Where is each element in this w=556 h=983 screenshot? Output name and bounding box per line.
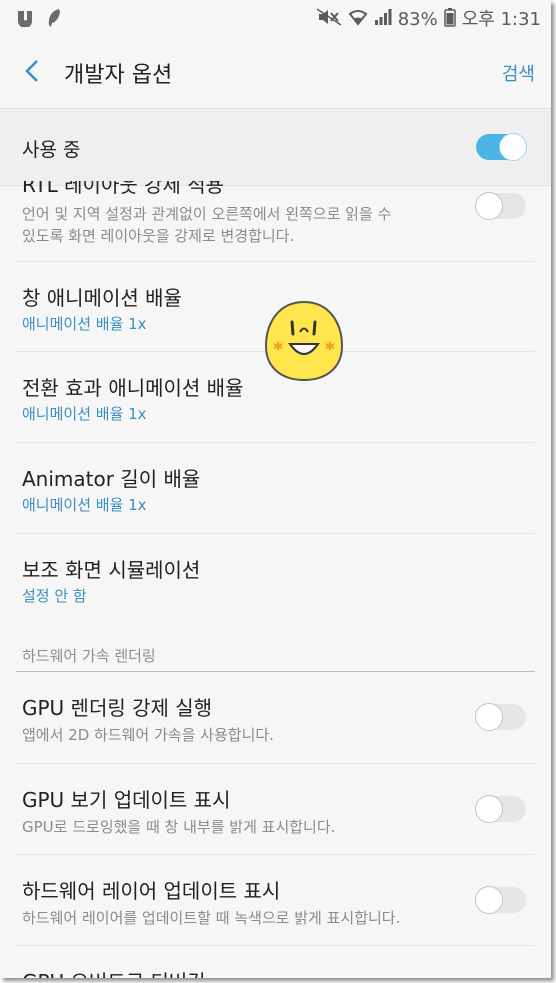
- force-gpu-toggle[interactable]: [475, 703, 526, 731]
- section-header: 하드웨어 가속 렌더링: [22, 647, 156, 665]
- feather-icon: [46, 8, 62, 33]
- mute-icon: [316, 7, 342, 32]
- item-subtitle-line2: 있도록 화면 레이아웃을 강제로 변경합니다.: [22, 227, 295, 245]
- chevron-left-icon: [25, 60, 38, 82]
- item-subtitle: 앱에서 2D 하드웨어 가속을 사용합니다.: [22, 726, 274, 744]
- page-title: 개발자 옵션: [64, 63, 173, 88]
- list-item-hardware-layer-updates[interactable]: 하드웨어 레이어 업데이트 표시 하드웨어 레이어를 업데이트할 때 녹색으로 …: [0, 855, 551, 945]
- item-subtitle: 설정 안 함: [22, 587, 87, 605]
- list-item-secondary-display[interactable]: 보조 화면 시뮬레이션 설정 안 함: [0, 534, 551, 624]
- item-title: GPU 보기 업데이트 표시: [22, 788, 231, 812]
- app-icon: [16, 9, 34, 32]
- item-title: 창 애니메이션 배율: [22, 286, 182, 310]
- item-subtitle-line1: 언어 및 지역 설정과 관계없이 오른쪽에서 왼쪽으로 읽을 수: [22, 205, 392, 223]
- item-title: GPU 오버드로 디버깅: [22, 966, 206, 978]
- list-item-gpu-view-updates[interactable]: GPU 보기 업데이트 표시 GPU로 드로잉했을 때 창 내부를 밝게 표시합…: [0, 764, 551, 854]
- hardware-layer-updates-toggle[interactable]: [475, 886, 526, 914]
- item-subtitle: 하드웨어 레이어를 업데이트할 때 녹색으로 밝게 표시합니다.: [22, 909, 401, 927]
- item-subtitle: GPU로 드로잉했을 때 창 내부를 밝게 표시합니다.: [22, 818, 336, 836]
- wifi-icon: [348, 7, 368, 32]
- app-bar: 개발자 옵션 검색: [0, 36, 551, 106]
- status-bar: 83% 오후 1:31: [0, 0, 551, 36]
- gpu-view-updates-toggle[interactable]: [475, 795, 526, 823]
- clock: 오후 1:31: [461, 8, 541, 30]
- emoji-sticker: [262, 298, 346, 382]
- search-button[interactable]: 검색: [502, 60, 535, 86]
- list-item-debug-gpu-overdraw[interactable]: GPU 오버드로 디버깅: [0, 946, 551, 978]
- battery-icon: [443, 7, 456, 32]
- master-switch-toggle[interactable]: [476, 133, 527, 161]
- master-switch-label: 사용 중: [22, 139, 81, 161]
- screen: 83% 오후 1:31 개발자 옵션 검색 사용 중 RTL 레이아웃 강제 적…: [0, 0, 551, 978]
- item-subtitle: 애니메이션 배율 1x: [22, 405, 147, 423]
- item-title: GPU 렌더링 강제 실행: [22, 696, 213, 720]
- rtl-toggle[interactable]: [475, 192, 526, 220]
- item-title: 하드웨어 레이어 업데이트 표시: [22, 879, 281, 903]
- item-title: Animator 길이 배율: [22, 467, 201, 491]
- signal-icon: [374, 8, 392, 31]
- back-button[interactable]: [22, 58, 42, 84]
- item-title: 전환 효과 애니메이션 배율: [22, 376, 244, 400]
- list-item-rtl[interactable]: RTL 레이아웃 강제 적용 언어 및 지역 설정과 관계없이 오른쪽에서 왼쪽…: [0, 173, 551, 261]
- battery-percent: 83%: [397, 8, 438, 30]
- item-title: 보조 화면 시뮬레이션: [22, 558, 201, 582]
- list-item-animator-duration-scale[interactable]: Animator 길이 배율 애니메이션 배율 1x: [0, 443, 551, 533]
- item-title: RTL 레이아웃 강제 적용: [22, 173, 225, 197]
- item-subtitle: 애니메이션 배율 1x: [22, 496, 147, 514]
- list-item-force-gpu-rendering[interactable]: GPU 렌더링 강제 실행 앱에서 2D 하드웨어 가속을 사용합니다.: [0, 672, 551, 762]
- item-subtitle: 애니메이션 배율 1x: [22, 315, 147, 333]
